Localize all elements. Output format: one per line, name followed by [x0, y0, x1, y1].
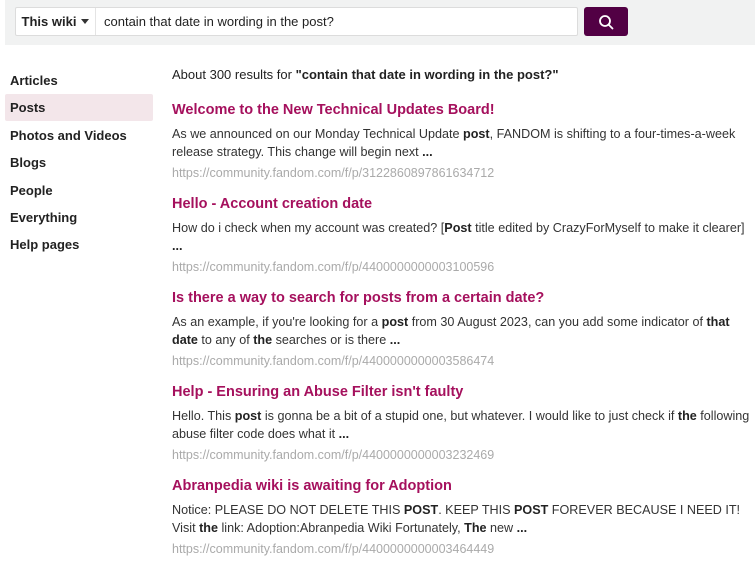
caret-down-icon: [81, 19, 90, 24]
sidebar-item-posts[interactable]: Posts: [5, 94, 153, 122]
sidebar-item-help-pages[interactable]: Help pages: [5, 231, 153, 258]
search-result: Help - Ensuring an Abuse Filter isn't fa…: [172, 384, 752, 462]
snippet-highlight: POST: [514, 503, 549, 517]
search-result: Is there a way to search for posts from …: [172, 290, 752, 368]
result-url[interactable]: https://community.fandom.com/f/p/4400000…: [172, 354, 752, 368]
snippet-text: As an example, if you're looking for a: [172, 315, 382, 329]
snippet-text: How do i check when my account was creat…: [172, 221, 445, 235]
snippet-text: As we announced on our Monday Technical …: [172, 127, 464, 141]
snippet-text: . KEEP THIS: [438, 503, 515, 517]
snippet-text: Notice: PLEASE DO NOT DELETE THIS: [172, 503, 404, 517]
snippet-highlight: the: [199, 520, 218, 535]
sidebar-item-people[interactable]: People: [5, 177, 153, 204]
result-snippet: As an example, if you're looking for a p…: [172, 314, 752, 349]
snippet-text: link: Adoption:Abranpedia Wiki Fortunate…: [217, 520, 465, 535]
snippet-highlight: the: [677, 409, 697, 423]
search-icon: [599, 14, 614, 29]
snippet-highlight: post: [234, 409, 262, 423]
result-snippet: Notice: PLEASE DO NOT DELETE THIS POST. …: [172, 502, 752, 537]
snippet-text: searches or is there: [272, 332, 390, 347]
sidebar-item-articles[interactable]: Articles: [5, 67, 153, 94]
summary-prefix: About 300 results for: [172, 67, 296, 82]
snippet-text: from 30 August 2023, can you add some in…: [408, 315, 707, 329]
snippet-highlight: post: [381, 315, 409, 329]
snippet-text: to any of: [197, 332, 254, 347]
snippet-highlight: ...: [389, 332, 401, 347]
result-title-link[interactable]: Help - Ensuring an Abuse Filter isn't fa…: [172, 384, 752, 400]
search-result: Abranpedia wiki is awaiting for Adoption…: [172, 478, 752, 556]
results-summary: About 300 results for "contain that date…: [172, 66, 752, 84]
search-button[interactable]: [584, 7, 628, 36]
snippet-highlight: ...: [422, 144, 433, 159]
snippet-highlight: post: [463, 127, 490, 141]
snippet-highlight: POST: [403, 503, 439, 517]
snippet-text: new: [486, 520, 517, 535]
search-box: This wiki: [15, 7, 578, 36]
search-result: Welcome to the New Technical Updates Boa…: [172, 102, 752, 180]
result-title-link[interactable]: Hello - Account creation date: [172, 196, 752, 212]
result-title-link[interactable]: Is there a way to search for posts from …: [172, 290, 752, 306]
snippet-highlight: The: [464, 520, 487, 535]
snippet-highlight: ...: [516, 520, 528, 535]
snippet-highlight: the: [253, 332, 273, 347]
result-snippet: Hello. This post is gonna be a bit of a …: [172, 408, 752, 443]
summary-query: "contain that date in wording in the pos…: [295, 67, 559, 82]
result-title-link[interactable]: Abranpedia wiki is awaiting for Adoption: [172, 478, 752, 494]
result-snippet: As we announced on our Monday Technical …: [172, 126, 752, 161]
result-url[interactable]: https://community.fandom.com/f/p/4400000…: [172, 448, 752, 462]
snippet-highlight: ...: [338, 426, 350, 441]
search-input[interactable]: [96, 14, 577, 29]
sidebar-filters: Articles Posts Photos and Videos Blogs Peopl…: [5, 67, 153, 259]
result-snippet: How do i check when my account was creat…: [172, 220, 752, 255]
result-title-link[interactable]: Welcome to the New Technical Updates Boa…: [172, 102, 752, 118]
result-url[interactable]: https://community.fandom.com/f/p/4400000…: [172, 542, 752, 556]
scope-label: This wiki: [21, 14, 77, 29]
sidebar-item-everything[interactable]: Everything: [5, 204, 153, 231]
snippet-highlight: Post: [444, 221, 472, 235]
sidebar-item-photos-and-videos[interactable]: Photos and Videos: [5, 122, 153, 149]
snippet-highlight: ...: [172, 238, 183, 253]
search-result: Hello - Account creation date How do i ch…: [172, 196, 752, 274]
snippet-text: title edited by CrazyForMyself to make i…: [471, 221, 745, 235]
sidebar-item-blogs[interactable]: Blogs: [5, 149, 153, 176]
scope-dropdown[interactable]: This wiki: [16, 8, 96, 35]
snippet-text: is gonna be a bit of a stupid one, but w…: [261, 409, 678, 423]
results-main: About 300 results for "contain that date…: [172, 66, 752, 572]
result-url[interactable]: https://community.fandom.com/f/p/3122860…: [172, 166, 752, 180]
snippet-text: Hello. This: [172, 409, 235, 423]
result-url[interactable]: https://community.fandom.com/f/p/4400000…: [172, 260, 752, 274]
